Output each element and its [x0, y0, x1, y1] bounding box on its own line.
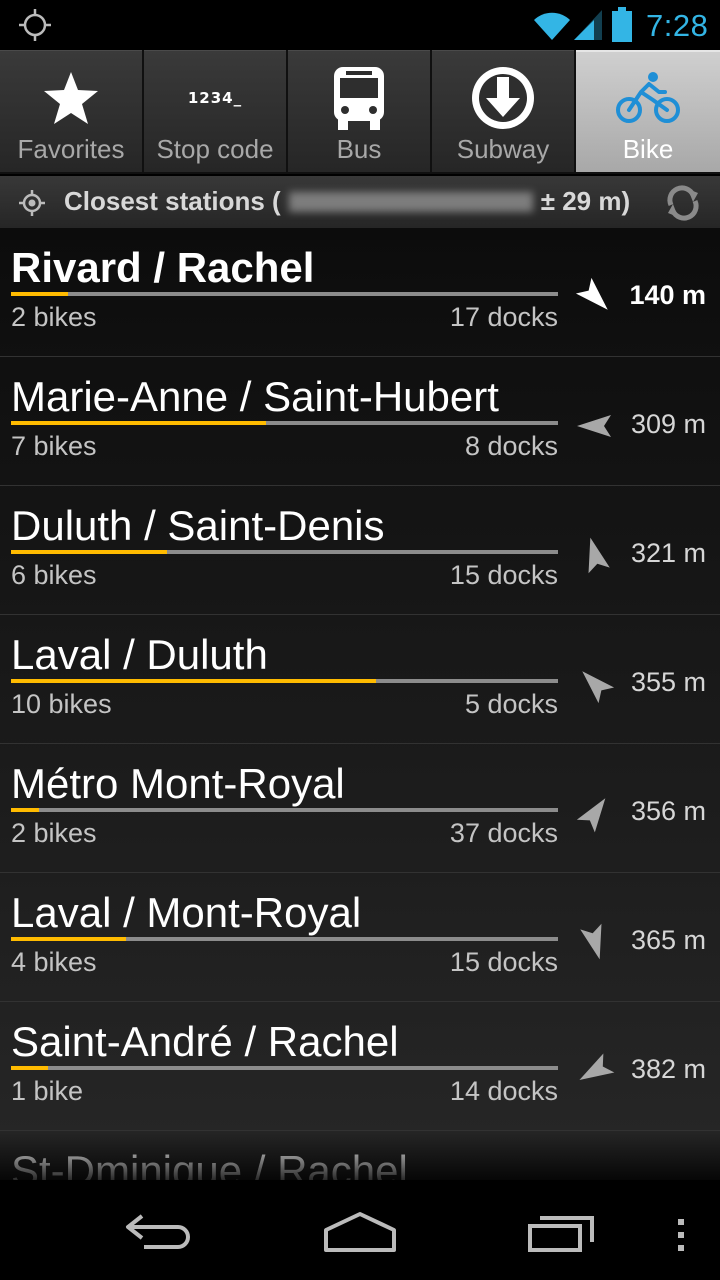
bus-icon [334, 67, 384, 130]
battery-icon [612, 7, 632, 42]
availability-bar-fill [11, 550, 168, 554]
tab-label: Stop code [156, 134, 274, 164]
tab-label: Bus [336, 134, 382, 164]
direction-arrow-icon [577, 415, 611, 437]
station-distance: 365 m [630, 925, 706, 955]
station-row[interactable]: Duluth / Saint-Denis 6 bikes 15 docks 321 m [0, 486, 720, 615]
station-row[interactable]: Laval / Mont-Royal 4 bikes 15 docks 365 m [0, 873, 720, 1002]
station-name: Rivard / Rachel [11, 244, 315, 291]
availability-bar-fill [11, 292, 69, 296]
recent-apps-icon[interactable] [526, 1210, 598, 1254]
station-distance: 356 m [630, 796, 706, 826]
header-accuracy: ± 29 m) [540, 186, 631, 216]
station-distance: 382 m [630, 1054, 706, 1084]
bikes-count: 4 bikes [11, 947, 97, 977]
bikes-count: 10 bikes [11, 689, 112, 719]
availability-bar-fill [11, 808, 39, 812]
overflow-menu-icon[interactable] [674, 1218, 688, 1252]
status-clock: 7:28 [646, 8, 709, 43]
availability-bar-fill [11, 679, 376, 683]
station-distance: 355 m [630, 667, 706, 697]
status-bar: 7:28 [0, 0, 720, 50]
refresh-icon[interactable] [664, 184, 702, 222]
bikes-count: 6 bikes [11, 560, 97, 590]
station-name: Laval / Duluth [11, 631, 268, 678]
tab-bus[interactable]: Bus [288, 50, 430, 172]
availability-bar-fill [11, 937, 127, 941]
header-title-prefix: Closest stations ( [64, 186, 281, 216]
station-name: Saint-André / Rachel [11, 1018, 399, 1065]
back-icon[interactable] [124, 1210, 196, 1250]
station-name: Métro Mont-Royal [11, 760, 345, 807]
tab-subway[interactable]: Subway [432, 50, 574, 172]
direction-arrow-icon [575, 277, 608, 310]
availability-bar [11, 421, 558, 425]
direction-arrow-icon [588, 537, 610, 574]
tab-bar: Favorites 1234_ Stop code Bus Subway Bik… [0, 50, 720, 174]
navigation-bar [0, 1180, 720, 1280]
tab-label: Bike [622, 134, 674, 164]
tab-stop-code[interactable]: 1234_ Stop code [144, 50, 286, 172]
subway-arrow-icon [472, 67, 534, 129]
availability-bar [11, 808, 558, 812]
direction-arrow-icon [576, 798, 606, 833]
station-distance: 140 m [629, 280, 706, 310]
docks-count: 15 docks [449, 947, 558, 977]
bicycle-icon [616, 72, 680, 123]
availability-bar-fill [11, 1066, 48, 1070]
availability-bar [11, 937, 558, 941]
station-row[interactable]: Laval / Duluth 10 bikes 5 docks 355 m [0, 615, 720, 744]
bikes-count: 1 bike [11, 1076, 84, 1106]
header-title: Closest stations ( ± 29 m) [64, 186, 630, 217]
bikes-count: 2 bikes [11, 302, 97, 332]
station-row[interactable]: Saint-André / Rachel 1 bike 14 docks 382 m [0, 1002, 720, 1131]
direction-arrow-icon [579, 1053, 615, 1080]
station-name: Laval / Mont-Royal [11, 889, 362, 936]
availability-bar [11, 679, 558, 683]
station-distance: 309 m [630, 409, 706, 439]
signal-icon [574, 10, 602, 40]
tab-label: Favorites [17, 134, 125, 164]
keypad-code-icon: 1234_ [187, 89, 243, 107]
availability-bar-fill [11, 421, 267, 425]
blurred-address [288, 192, 533, 212]
gps-icon [19, 9, 51, 41]
home-icon[interactable] [322, 1210, 398, 1254]
bikes-count: 2 bikes [11, 818, 97, 848]
station-list: Rivard / Rachel 2 bikes 17 docks 140 m Marie… [0, 228, 720, 1180]
tab-favorites[interactable]: Favorites [0, 50, 142, 172]
bikes-count: 7 bikes [11, 431, 97, 461]
availability-bar [11, 550, 558, 554]
docks-count: 8 docks [464, 431, 558, 461]
closest-stations-header: Closest stations ( ± 29 m) [0, 176, 720, 229]
station-row[interactable]: Métro Mont-Royal 2 bikes 37 docks 356 m [0, 744, 720, 873]
station-row[interactable]: Marie-Anne / Saint-Hubert 7 bikes 8 docks 3… [0, 357, 720, 486]
availability-bar [11, 292, 558, 296]
docks-count: 37 docks [449, 818, 558, 848]
availability-bar [11, 1066, 558, 1070]
docks-count: 15 docks [449, 560, 558, 590]
station-name: Duluth / Saint-Denis [11, 502, 385, 549]
star-icon [44, 72, 98, 124]
docks-count: 5 docks [464, 689, 558, 719]
tab-label: Subway [456, 134, 550, 164]
wifi-icon [534, 12, 570, 41]
station-row[interactable]: Rivard / Rachel 2 bikes 17 docks 140 m [0, 228, 720, 357]
direction-arrow-icon [580, 923, 602, 960]
direction-arrow-icon [582, 671, 615, 704]
tab-bike[interactable]: Bike [576, 50, 720, 172]
docks-count: 14 docks [449, 1076, 558, 1106]
station-distance: 321 m [630, 538, 706, 568]
station-name: Marie-Anne / Saint-Hubert [11, 373, 499, 420]
docks-count: 17 docks [449, 302, 558, 332]
location-icon [19, 190, 45, 216]
